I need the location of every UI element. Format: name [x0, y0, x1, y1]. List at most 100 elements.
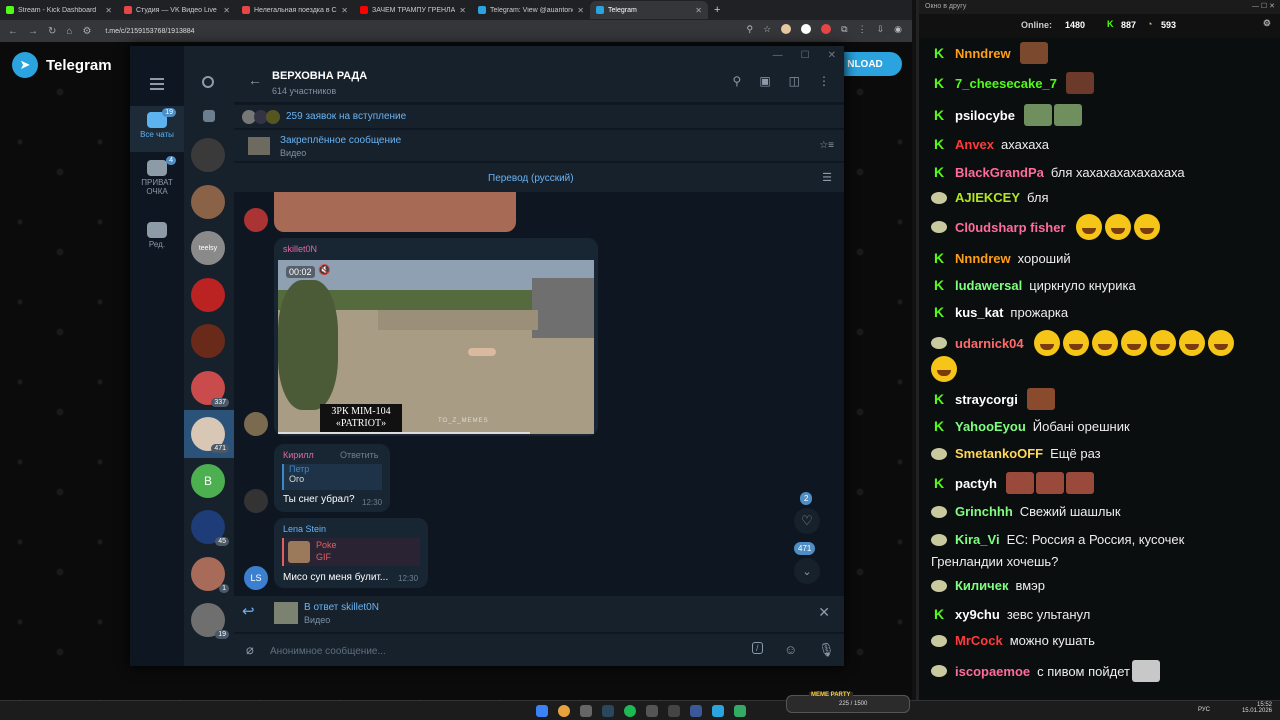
chat-avatar[interactable] [191, 277, 225, 312]
avatar[interactable] [244, 208, 268, 232]
chat-avatar[interactable]: 337 [191, 370, 229, 407]
search-icon[interactable]: ⚲ [746, 24, 753, 35]
hamburger-menu-icon[interactable] [150, 78, 164, 93]
username[interactable]: ludawersal [955, 278, 1022, 293]
close-icon[interactable]: ✕ [223, 6, 230, 15]
username[interactable]: Cl0udsharp fisher [955, 220, 1066, 235]
translate-bar[interactable]: Перевод (русский) ☰ [234, 162, 844, 192]
chrome-icon[interactable] [558, 705, 570, 717]
app-icon[interactable] [690, 705, 702, 717]
close-icon[interactable]: ✕ [818, 604, 830, 621]
reply-quote[interactable]: Петр Ого [282, 464, 382, 490]
pinned-message-bar[interactable]: Закреплённое сообщение Видео ☆≡ [234, 129, 844, 161]
reply-action[interactable]: Ответить [340, 450, 378, 460]
telegram-logo[interactable]: ➤ Telegram [12, 52, 112, 78]
commands-icon[interactable]: / [752, 642, 763, 654]
username[interactable]: udarnick04 [955, 336, 1024, 351]
username[interactable]: BlackGrandPa [955, 165, 1044, 180]
username[interactable]: Nnndrew [955, 251, 1011, 266]
minimize-icon[interactable]: — [773, 50, 783, 61]
browser-tab[interactable]: Студия — VK Видео Live ✕ [118, 1, 236, 19]
scroll-down-button[interactable]: ⌄ [794, 558, 820, 584]
message-bubble[interactable]: Кирилл Ответить Петр Ого Ты снег убрал? … [274, 444, 390, 512]
back-arrow-icon[interactable]: ← [248, 72, 262, 88]
close-icon[interactable]: ✕ [695, 6, 702, 15]
chat-avatar[interactable] [191, 138, 225, 172]
chat-header[interactable]: ← ВЕРХОВНА РАДА 614 участников ⚲ ▣ ◫ ⋮ [234, 46, 844, 102]
username[interactable]: MrCock [955, 633, 1003, 648]
join-requests-bar[interactable]: 259 заявок на вступление [234, 104, 844, 128]
pin-list-icon[interactable]: ☆≡ [819, 140, 834, 151]
browser-tab[interactable]: ЗАЧЕМ ТРАМПУ ГРЕНЛАНДИЯ✕ [354, 1, 472, 19]
folder-tab[interactable]: 4 ПРИВАТ ОЧКА [130, 154, 184, 200]
close-icon[interactable]: ✕ [341, 6, 348, 15]
explorer-icon[interactable] [580, 705, 592, 717]
extension-icon[interactable] [781, 24, 792, 34]
chat-avatar[interactable]: 19 [191, 603, 229, 639]
username[interactable]: 7_cheesecake_7 [955, 76, 1057, 91]
folder-tab[interactable]: 19 Все чаты [130, 106, 184, 152]
microphone-icon[interactable]: 🎙 [818, 642, 835, 658]
profile-icon[interactable]: ◉ [894, 24, 902, 35]
image-message[interactable] [274, 192, 516, 232]
home-icon[interactable]: ⌂ [66, 26, 72, 37]
language-indicator[interactable]: РУС [1198, 707, 1210, 713]
username[interactable]: Anvex [955, 137, 994, 152]
close-icon[interactable]: ✕ [577, 6, 584, 15]
username[interactable]: AJIEKCEY [955, 190, 1020, 205]
browser-tab[interactable]: Stream - Kick Dashboard ✕ [0, 1, 118, 19]
extension-icon[interactable] [821, 24, 832, 34]
chat-avatar[interactable]: 45 [191, 510, 229, 546]
browser-tab[interactable]: Telegram: View @auantonov ✕ [472, 1, 590, 19]
archive-icon[interactable] [203, 110, 215, 122]
message-input[interactable] [270, 642, 710, 660]
extension-icon[interactable] [801, 24, 812, 34]
new-tab-icon[interactable]: + [714, 4, 720, 16]
avatar[interactable]: LS [244, 566, 268, 590]
emoji-icon[interactable]: ☺ [784, 642, 797, 657]
settings-sliders-icon[interactable]: ☰ [822, 171, 832, 184]
folder-tab[interactable]: Ред. [130, 216, 184, 262]
app-icon[interactable] [668, 705, 680, 717]
bookmark-star-icon[interactable]: ☆ [763, 24, 771, 35]
username[interactable]: iscopaemoe [955, 664, 1030, 679]
app-icon[interactable] [646, 705, 658, 717]
reply-to-label[interactable]: В ответ skillet0N [304, 602, 379, 613]
username[interactable]: Киличек [955, 578, 1008, 593]
sidebar-toggle-icon[interactable]: ◫ [789, 74, 800, 88]
chat-avatar[interactable]: teelsy [191, 231, 225, 265]
chat-avatar[interactable]: 471 [191, 417, 229, 453]
search-icon[interactable]: ⚲ [733, 74, 742, 88]
message-bubble[interactable]: Lena Stein Poke GIF Мисо суп меня булит.… [274, 518, 428, 588]
message-sender[interactable]: skillet0N [283, 244, 317, 254]
back-icon[interactable]: ← [8, 26, 18, 37]
browser-tab[interactable]: Нелегальная поездка в Сири ✕ [236, 1, 354, 19]
heart-reactions-button[interactable]: ♡ [794, 508, 820, 534]
chat-avatar[interactable] [191, 324, 225, 358]
reload-icon[interactable]: ↻ [48, 26, 56, 37]
clock[interactable]: 15:52 15.01.2026 [1242, 702, 1272, 714]
mute-icon[interactable]: 🔇 [318, 265, 330, 276]
close-icon[interactable]: ✕ [828, 50, 836, 61]
telegram-taskbar-icon[interactable] [712, 705, 724, 717]
username[interactable]: YahooEyou [955, 419, 1026, 434]
window-controls[interactable]: — ☐ ✕ [1252, 2, 1275, 10]
chat-avatar[interactable] [191, 184, 225, 219]
username[interactable]: psilocybe [955, 108, 1015, 123]
message-sender[interactable]: Lena Stein [283, 524, 326, 534]
username[interactable]: Kira_Vi [955, 532, 1000, 547]
close-icon[interactable]: ✕ [459, 6, 466, 15]
username[interactable]: pactyh [955, 476, 997, 491]
message-sender[interactable]: Кирилл [283, 450, 314, 460]
username[interactable]: kus_kat [955, 305, 1003, 320]
forward-icon[interactable]: → [28, 26, 38, 37]
browser-tab[interactable]: Telegram ✕ [590, 1, 708, 19]
menu-icon[interactable]: ⋮ [858, 24, 867, 35]
spotify-icon[interactable] [624, 705, 636, 717]
username[interactable]: Grinchhh [955, 504, 1013, 519]
more-icon[interactable]: ⋮ [818, 74, 830, 88]
reply-quote[interactable]: Poke GIF [282, 538, 420, 566]
username[interactable]: xy9chu [955, 607, 1000, 622]
voice-chat-icon[interactable]: ▣ [759, 74, 770, 88]
close-icon[interactable]: ✕ [105, 6, 112, 15]
